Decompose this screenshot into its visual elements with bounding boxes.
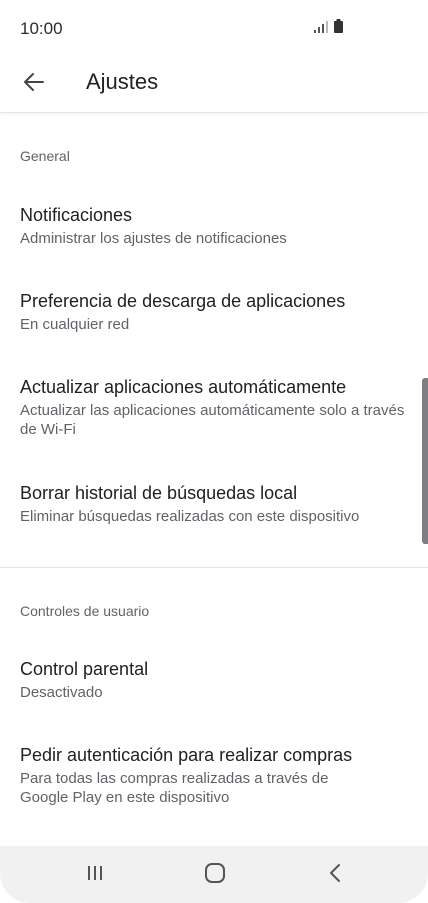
status-icons	[314, 19, 343, 38]
recent-apps-button[interactable]	[75, 860, 115, 890]
setting-subtitle: Administrar los ajustes de notificacione…	[20, 230, 287, 247]
arrow-back-icon	[23, 71, 45, 98]
back-icon	[328, 863, 342, 888]
battery-icon	[334, 19, 343, 38]
section-divider	[0, 567, 428, 568]
section-header-general: General	[20, 148, 70, 164]
status-bar: 10:00	[0, 0, 428, 58]
setting-parental-control[interactable]: Control parental Desactivado	[0, 658, 428, 714]
scrollbar[interactable]	[422, 378, 428, 544]
setting-title: Borrar historial de búsquedas local	[20, 483, 298, 503]
home-button[interactable]	[195, 860, 235, 890]
section-header-user-controls: Controles de usuario	[20, 603, 150, 619]
setting-title: Control parental	[20, 659, 149, 679]
setting-title: Preferencia de descarga de aplicaciones	[20, 291, 346, 311]
setting-title: Pedir autenticación para realizar compra…	[20, 745, 353, 765]
signal-icon	[314, 20, 328, 38]
nav-back-button[interactable]	[315, 860, 355, 890]
setting-subtitle: En cualquier red	[20, 316, 130, 333]
setting-subtitle: Para todas las compras realizadas a trav…	[20, 770, 329, 806]
setting-auto-update-apps[interactable]: Actualizar aplicaciones automáticamente …	[0, 376, 428, 446]
back-button[interactable]	[16, 66, 52, 102]
setting-notifications[interactable]: Notificaciones Administrar los ajustes d…	[0, 204, 428, 260]
setting-subtitle: Eliminar búsquedas realizadas con este d…	[20, 508, 360, 525]
setting-clear-search-history[interactable]: Borrar historial de búsquedas local Elim…	[0, 482, 428, 538]
home-icon	[204, 862, 226, 889]
navigation-bar	[0, 846, 428, 903]
setting-title: Actualizar aplicaciones automáticamente	[20, 377, 347, 397]
setting-title: Notificaciones	[20, 205, 133, 225]
setting-purchase-authentication[interactable]: Pedir autenticación para realizar compra…	[0, 744, 428, 814]
setting-subtitle: Desactivado	[20, 684, 103, 701]
page-title: Ajustes	[86, 69, 159, 94]
setting-download-preference[interactable]: Preferencia de descarga de aplicaciones …	[0, 290, 428, 346]
setting-subtitle: Actualizar las aplicaciones automáticame…	[20, 402, 405, 438]
app-bar: Ajustes	[0, 58, 428, 113]
status-time: 10:00	[20, 19, 63, 38]
recent-apps-icon	[86, 864, 104, 887]
